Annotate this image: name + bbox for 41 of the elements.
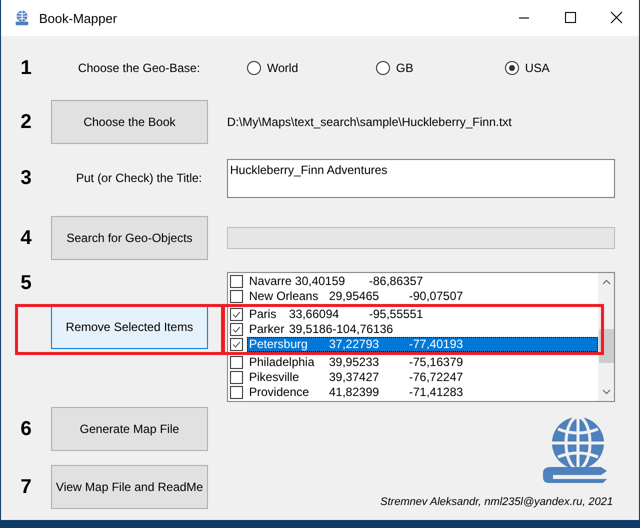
scroll-up-icon[interactable] — [602, 279, 610, 285]
step-number: 4 — [19, 226, 33, 250]
list-item[interactable]: Philadelphia 39,95233 -75,16379 — [247, 355, 598, 370]
checkbox[interactable] — [230, 323, 243, 336]
choose-book-button[interactable]: Choose the Book — [51, 100, 208, 144]
checkbox[interactable] — [230, 371, 243, 384]
title-field[interactable]: Huckleberry_Finn Adventures — [227, 158, 615, 198]
view-map-button[interactable]: View Map File and ReadMe — [51, 465, 208, 509]
list-item[interactable]: Pikesville 39,37427 -76,72247 — [247, 370, 598, 385]
step-number: 2 — [19, 110, 33, 134]
window-title: Book-Mapper — [39, 10, 118, 26]
radio-option[interactable]: USA — [505, 61, 634, 75]
file-path: D:\My\Maps\text_search\sample\Huckleberry_Finn.txt — [227, 115, 512, 129]
step-number: 5 — [19, 272, 33, 295]
field-label: Put (or Check) the Title: — [74, 171, 204, 185]
list-item[interactable]: Navarre 30,40159 -86,86357 — [247, 274, 598, 289]
step-number: 3 — [19, 166, 33, 190]
list-item[interactable]: Petersburg 37,22793 -77,40193 — [247, 337, 598, 352]
search-button[interactable]: Search for Geo-Objects — [51, 216, 208, 260]
checkbox[interactable] — [230, 290, 243, 303]
generate-map-button[interactable]: Generate Map File — [51, 407, 208, 451]
checkbox[interactable] — [230, 338, 243, 351]
scrollbar[interactable] — [598, 273, 614, 401]
step-number: 7 — [19, 476, 33, 498]
field-label: Choose the Geo-Base: — [76, 61, 202, 75]
list-item[interactable]: Paris 33,66094 -95,55551 — [247, 307, 598, 322]
step-number: 6 — [19, 418, 33, 440]
list-item[interactable]: Providence 41,82399 -71,41283 — [247, 385, 598, 400]
remove-button[interactable]: Remove Selected Items — [51, 305, 208, 349]
checkbox[interactable] — [230, 275, 243, 288]
step-number: 1 — [19, 56, 33, 80]
list-item[interactable]: New Orleans 29,95465 -90,07507 — [247, 289, 598, 304]
checkbox[interactable] — [230, 386, 243, 399]
author-credit: Stremnev Aleksandr, nml235l@yandex.ru, 2021 — [380, 496, 613, 508]
scroll-down-icon[interactable] — [602, 389, 610, 395]
list-item[interactable]: Parker 39,5186-104,76136 — [247, 322, 598, 337]
checkbox[interactable] — [230, 308, 243, 321]
globe-book-icon — [13, 9, 31, 27]
radio-option[interactable]: World — [247, 61, 376, 75]
radio-option[interactable]: GB — [376, 61, 505, 75]
checkbox[interactable] — [230, 356, 243, 369]
